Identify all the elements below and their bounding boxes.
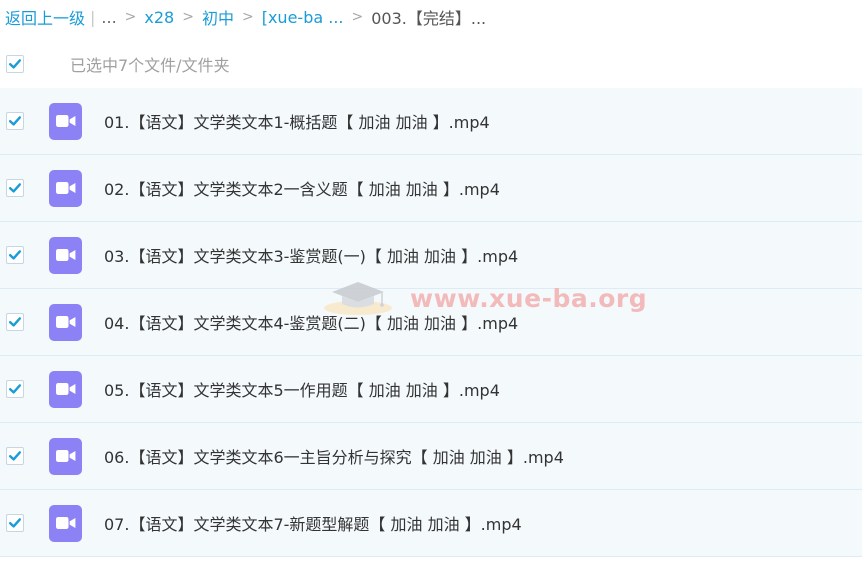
file-name[interactable]: 02.【语文】文学类文本2一含义题【 加油 加油 】.mp4 xyxy=(104,176,500,200)
breadcrumb-arrow-icon: > xyxy=(124,9,137,25)
file-name[interactable]: 04.【语文】文学类文本4-鉴赏题(二)【 加油 加油 】.mp4 xyxy=(104,310,518,334)
file-row[interactable]: 03.【语文】文学类文本3-鉴赏题(一)【 加油 加油 】.mp4 xyxy=(0,222,862,289)
breadcrumb-arrow-icon: > xyxy=(351,9,364,25)
checkmark-icon xyxy=(9,451,21,461)
checkmark-icon xyxy=(9,518,21,528)
file-name[interactable]: 05.【语文】文学类文本5一作用题【 加油 加油 】.mp4 xyxy=(104,377,500,401)
video-file-icon xyxy=(49,303,82,341)
back-link[interactable]: 返回上一级 xyxy=(5,5,85,29)
video-file-icon xyxy=(49,236,82,274)
breadcrumb-item-x28[interactable]: x28 xyxy=(144,8,174,27)
file-row[interactable]: 07.【语文】文学类文本7-新题型解题【 加油 加油 】.mp4 xyxy=(0,490,862,557)
file-browser: 返回上一级 | ... > x28 > 初中 > [xue-ba ... > 0… xyxy=(0,0,862,569)
checkmark-icon xyxy=(9,317,21,327)
breadcrumb-item-xue-ba[interactable]: [xue-ba ... xyxy=(262,8,344,27)
breadcrumb-divider: | xyxy=(90,7,96,27)
checkmark-icon xyxy=(9,183,21,193)
breadcrumb-current: 003.【完结】... xyxy=(371,9,487,28)
select-all-row: 已选中7个文件/文件夹 xyxy=(0,44,862,84)
file-row[interactable]: 04.【语文】文学类文本4-鉴赏题(二)【 加油 加油 】.mp4 xyxy=(0,289,862,356)
file-checkbox[interactable] xyxy=(6,246,24,264)
video-file-icon xyxy=(49,102,82,140)
file-list: 01.【语文】文学类文本1-概括题【 加油 加油 】.mp4 02.【语文】文学… xyxy=(0,88,862,557)
file-row[interactable]: 02.【语文】文学类文本2一含义题【 加油 加油 】.mp4 xyxy=(0,155,862,222)
checkmark-icon xyxy=(9,250,21,260)
video-file-icon xyxy=(49,169,82,207)
file-row[interactable]: 05.【语文】文学类文本5一作用题【 加油 加油 】.mp4 xyxy=(0,356,862,423)
file-checkbox[interactable] xyxy=(6,514,24,532)
checkmark-icon xyxy=(9,384,21,394)
file-checkbox[interactable] xyxy=(6,380,24,398)
checkmark-icon xyxy=(9,59,21,69)
checkmark-icon xyxy=(9,116,21,126)
file-checkbox[interactable] xyxy=(6,447,24,465)
file-checkbox[interactable] xyxy=(6,313,24,331)
file-name[interactable]: 03.【语文】文学类文本3-鉴赏题(一)【 加油 加油 】.mp4 xyxy=(104,243,518,267)
breadcrumb-item-chuzhong[interactable]: 初中 xyxy=(202,5,234,29)
selection-count-label: 已选中7个文件/文件夹 xyxy=(70,56,230,75)
video-file-icon xyxy=(49,504,82,542)
breadcrumb-item-ellipsis[interactable]: ... xyxy=(101,8,116,27)
file-name[interactable]: 06.【语文】文学类文本6一主旨分析与探究【 加油 加油 】.mp4 xyxy=(104,444,564,468)
video-file-icon xyxy=(49,437,82,475)
breadcrumb-arrow-icon: > xyxy=(241,9,254,25)
file-checkbox[interactable] xyxy=(6,179,24,197)
breadcrumb: 返回上一级 | ... > x28 > 初中 > [xue-ba ... > 0… xyxy=(5,0,486,34)
breadcrumb-arrow-icon: > xyxy=(182,9,194,25)
file-checkbox[interactable] xyxy=(6,112,24,130)
select-all-checkbox[interactable] xyxy=(6,55,24,73)
video-file-icon xyxy=(49,370,82,408)
file-name[interactable]: 07.【语文】文学类文本7-新题型解题【 加油 加油 】.mp4 xyxy=(104,511,522,535)
file-row[interactable]: 06.【语文】文学类文本6一主旨分析与探究【 加油 加油 】.mp4 xyxy=(0,423,862,490)
file-row[interactable]: 01.【语文】文学类文本1-概括题【 加油 加油 】.mp4 xyxy=(0,88,862,155)
file-name[interactable]: 01.【语文】文学类文本1-概括题【 加油 加油 】.mp4 xyxy=(104,109,490,133)
